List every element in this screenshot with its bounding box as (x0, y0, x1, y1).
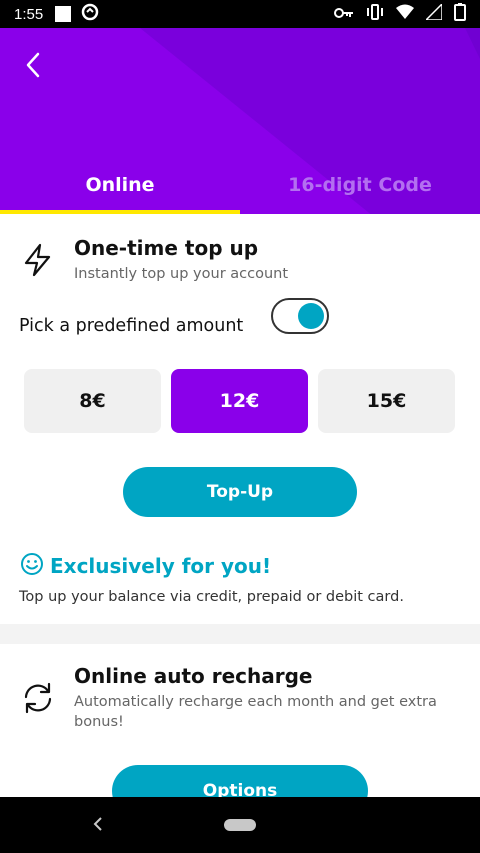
auto-recharge-section: Online auto recharge Automatically recha… (20, 664, 444, 732)
nav-back-icon (93, 817, 102, 831)
tab-16-digit-code[interactable]: 16-digit Code (240, 174, 480, 214)
status-bar: 1:55 (0, 0, 480, 28)
lightning-icon (20, 242, 56, 278)
section-divider (0, 624, 480, 644)
exclusive-title: Exclusively for you! (50, 554, 272, 578)
battery-icon (454, 3, 466, 25)
amount-option-8[interactable]: 8€ (24, 369, 161, 433)
status-icons (334, 2, 466, 25)
amount-option-12[interactable]: 12€ (171, 369, 308, 433)
toggle-knob (298, 303, 324, 329)
status-time: 1:55 (14, 5, 44, 23)
nav-home-button[interactable] (224, 819, 256, 831)
one-time-title: One-time top up (74, 236, 259, 260)
one-time-topup-section: One-time top up Instantly top up your ac… (20, 236, 288, 284)
one-time-subtitle: Instantly top up your account (74, 266, 289, 282)
tab-online[interactable]: Online (0, 174, 240, 214)
topup-button[interactable]: Top-Up (123, 467, 357, 517)
wifi-icon (396, 4, 414, 24)
signal-icon (424, 2, 443, 24)
options-button[interactable]: Options (112, 765, 368, 797)
amount-option-15[interactable]: 15€ (318, 369, 455, 433)
nav-back-button[interactable] (92, 816, 104, 836)
auto-recharge-title: Online auto recharge (74, 664, 313, 688)
system-nav-bar (0, 797, 480, 853)
amount-options: 8€ 12€ 15€ (24, 369, 455, 433)
auto-recharge-subtitle: Automatically recharge each month and ge… (74, 694, 437, 730)
refresh-icon (20, 680, 56, 716)
exclusive-offer: Exclusively for you! (20, 552, 271, 580)
predefined-amount-toggle[interactable] (271, 298, 329, 334)
smiley-icon (20, 552, 44, 580)
vibrate-icon (366, 4, 384, 24)
header: Online 16-digit Code (0, 28, 480, 214)
key-icon (334, 5, 354, 23)
chevron-left-icon (26, 52, 40, 78)
main-content: One-time top up Instantly top up your ac… (0, 214, 480, 797)
exclusive-description: Top up your balance via credit, prepaid … (19, 589, 404, 605)
predefined-amount-label: Pick a predefined amount (19, 316, 244, 336)
notification-icon (55, 6, 72, 22)
back-button[interactable] (18, 50, 48, 80)
predefined-amount-row: Pick a predefined amount (19, 298, 329, 336)
sync-icon (81, 3, 99, 25)
